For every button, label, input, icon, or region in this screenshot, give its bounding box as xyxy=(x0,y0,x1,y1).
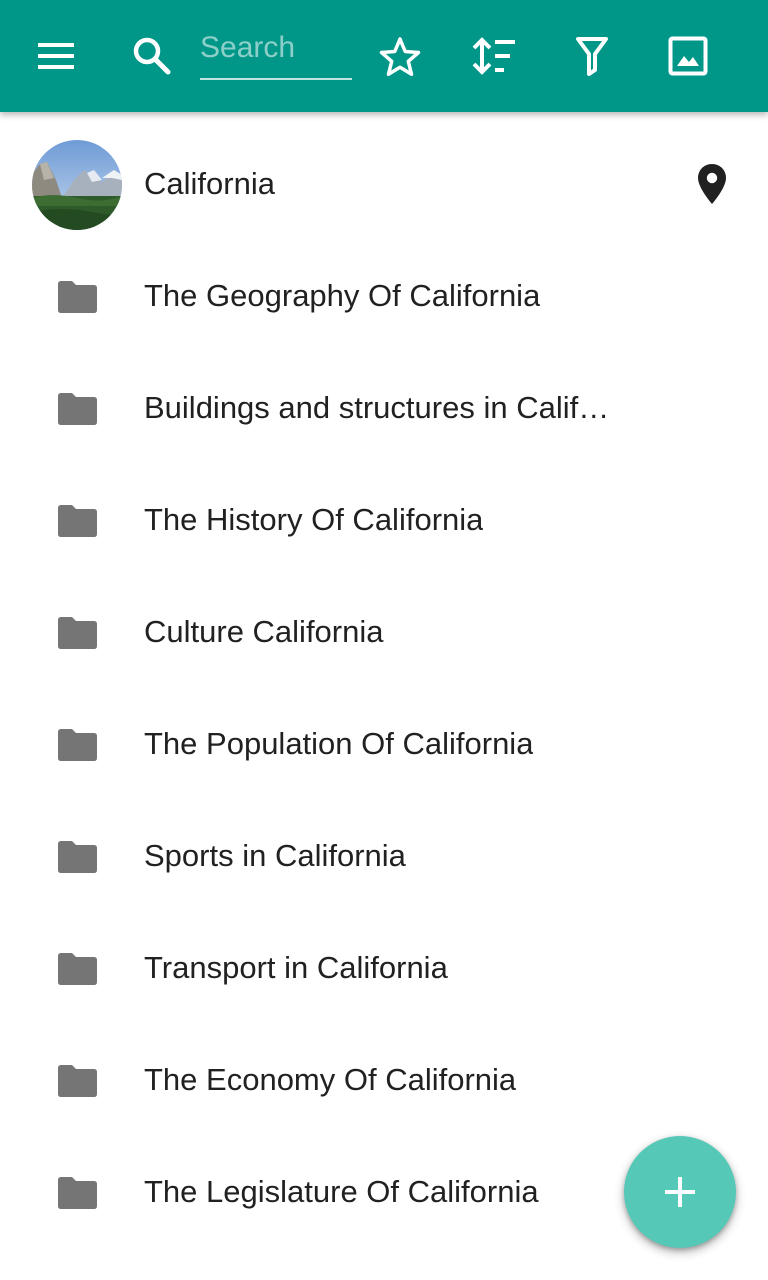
list-item[interactable]: Culture California xyxy=(0,576,768,688)
search-field[interactable] xyxy=(200,22,352,80)
add-button[interactable] xyxy=(624,1136,736,1248)
list-item-label: Transport in California xyxy=(144,950,448,985)
search-input[interactable] xyxy=(200,22,352,74)
list-item[interactable]: Transport in California xyxy=(0,912,768,1024)
list-item[interactable]: The Population Of California xyxy=(0,688,768,800)
folder-icon xyxy=(32,364,122,454)
list-item[interactable]: The History Of California xyxy=(0,464,768,576)
list-item-label: Buildings and structures in Calif… xyxy=(144,390,610,425)
header-label: California xyxy=(144,166,275,201)
sort-icon[interactable] xyxy=(466,28,522,84)
list-item-label: The Population Of California xyxy=(144,726,534,761)
filter-icon[interactable] xyxy=(564,28,620,84)
folder-icon xyxy=(32,252,122,342)
image-icon[interactable] xyxy=(660,28,716,84)
list-item[interactable]: Buildings and structures in Calif… xyxy=(0,352,768,464)
menu-icon[interactable] xyxy=(28,28,84,84)
list-item-label: The Economy Of California xyxy=(144,1062,517,1097)
add-icon xyxy=(663,1175,697,1209)
location-avatar xyxy=(32,140,122,230)
list-item-label: The Geography Of California xyxy=(144,278,541,313)
list-item[interactable]: The Economy Of California xyxy=(0,1024,768,1136)
folder-icon xyxy=(32,1036,122,1126)
folder-icon xyxy=(32,588,122,678)
location-pin-icon[interactable] xyxy=(690,160,734,208)
folder-icon xyxy=(32,1148,122,1238)
folder-icon xyxy=(32,700,122,790)
list-item[interactable]: The Geography Of California xyxy=(0,240,768,352)
category-list: California The Geography Of California B… xyxy=(0,128,768,1248)
avatar xyxy=(32,140,122,230)
search-icon[interactable] xyxy=(124,28,180,84)
list-item-label: The Legislature Of California xyxy=(144,1174,539,1209)
folder-icon xyxy=(32,924,122,1014)
list-item-label: Culture California xyxy=(144,614,384,649)
app-toolbar xyxy=(0,0,768,112)
folder-icon xyxy=(32,476,122,566)
list-item-label: The History Of California xyxy=(144,502,484,537)
folder-icon xyxy=(32,812,122,902)
list-item-label: Sports in California xyxy=(144,838,406,873)
list-header-california[interactable]: California xyxy=(0,128,768,240)
list-item[interactable]: Sports in California xyxy=(0,800,768,912)
star-outline-icon[interactable] xyxy=(372,28,428,84)
